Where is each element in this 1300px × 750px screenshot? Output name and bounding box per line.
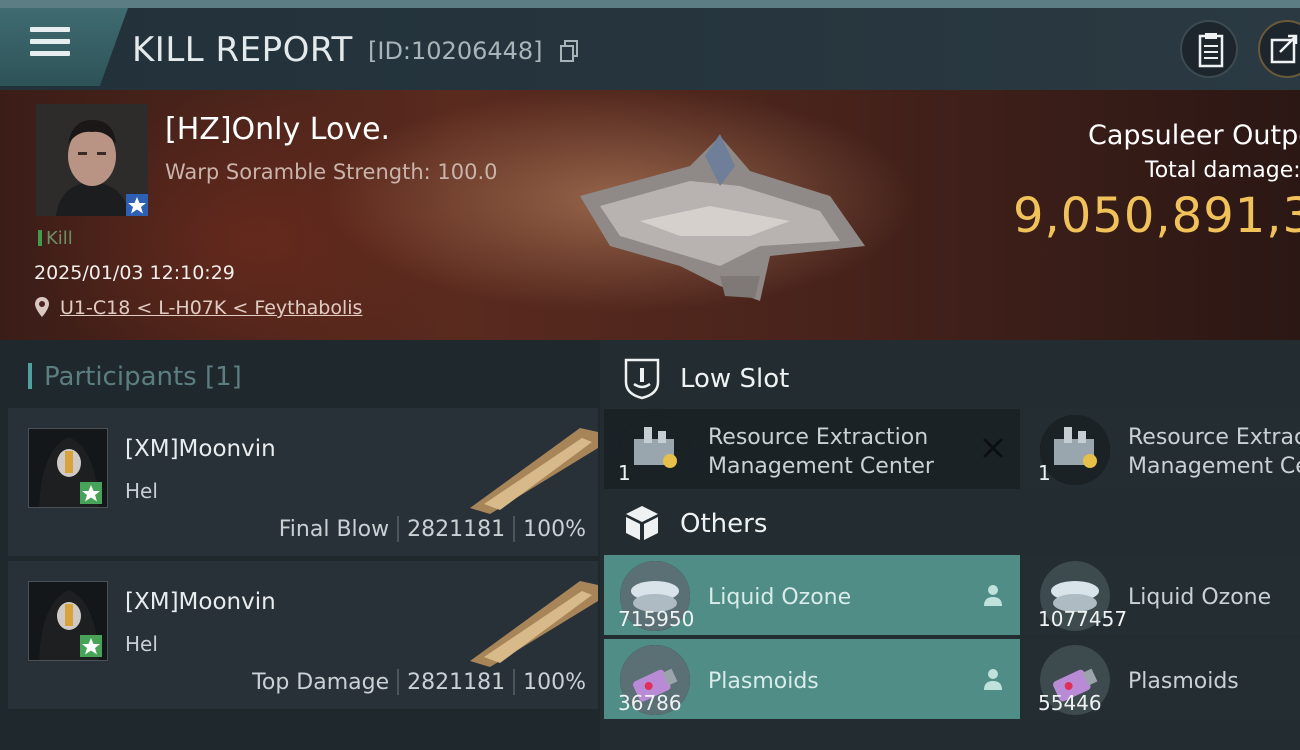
low-slot-item[interactable]: 1 Resource Extraction Management Center bbox=[604, 409, 1020, 489]
participants-header: Participants [1] bbox=[28, 362, 242, 392]
participant-row[interactable]: [XM]Moonvin Hel Top Damage 2821181 100% bbox=[8, 561, 598, 709]
item-name: Liquid Ozone bbox=[708, 585, 852, 610]
stat-divider bbox=[513, 669, 516, 695]
participant-ship-image bbox=[470, 581, 598, 667]
dropped-person-icon bbox=[984, 669, 1002, 690]
total-damage-label: Total damage: bbox=[1145, 158, 1300, 183]
participant-role: Top Damage bbox=[252, 670, 390, 695]
report-id: [ID:10206448] bbox=[368, 37, 543, 65]
others-title: Others bbox=[680, 509, 768, 539]
stat-divider bbox=[397, 516, 400, 542]
location-pin-icon bbox=[35, 297, 49, 317]
section-accent bbox=[28, 363, 32, 389]
module-quantity: 1 bbox=[1038, 461, 1051, 485]
module-name-line1: Resource Extraction bbox=[708, 425, 929, 450]
alliance-badge-icon bbox=[80, 482, 102, 504]
destroyed-x-icon bbox=[982, 437, 1004, 459]
participant-name[interactable]: [XM]Moonvin bbox=[125, 436, 276, 462]
cargo-item[interactable]: 36786 Plasmoids bbox=[604, 639, 1020, 719]
module-name-line2: Management Ce bbox=[1128, 454, 1300, 479]
alliance-badge-icon bbox=[80, 635, 102, 657]
victim-pilot-name[interactable]: [HZ]Only Love. bbox=[165, 112, 390, 147]
participant-ship: Hel bbox=[125, 632, 158, 656]
dropped-person-icon bbox=[984, 585, 1002, 606]
stat-divider bbox=[513, 516, 516, 542]
page-title: KILL REPORT bbox=[132, 30, 353, 70]
low-slot-shield-icon bbox=[624, 358, 660, 400]
structure-image bbox=[580, 134, 865, 301]
participant-stats: Top Damage 2821181 100% bbox=[252, 669, 586, 695]
participant-ship: Hel bbox=[125, 479, 158, 503]
item-name: Plasmoids bbox=[708, 669, 819, 694]
participant-name[interactable]: [XM]Moonvin bbox=[125, 589, 276, 615]
item-quantity: 1077457 bbox=[1038, 607, 1128, 631]
item-quantity: 36786 bbox=[618, 691, 682, 715]
location-link[interactable]: U1-C18 < L-H07K < Feythabolis bbox=[60, 297, 362, 319]
cargo-item[interactable]: 55446 Plasmoids bbox=[1024, 639, 1300, 719]
kill-indicator-icon bbox=[38, 230, 42, 246]
menu-icon[interactable] bbox=[30, 27, 70, 59]
share-button[interactable] bbox=[1258, 20, 1300, 78]
participant-role: Final Blow bbox=[278, 517, 390, 542]
cargo-item[interactable]: 715950 Liquid Ozone bbox=[604, 555, 1020, 635]
top-bar: KILL REPORT [ID:10206448] bbox=[0, 0, 1300, 90]
header-top-line bbox=[0, 0, 1300, 8]
low-slot-title: Low Slot bbox=[680, 364, 790, 394]
participant-percent: 100% bbox=[523, 670, 586, 695]
warp-scramble-strength: Warp Soramble Strength: 100.0 bbox=[165, 160, 498, 184]
cargo-item[interactable]: 1077457 Liquid Ozone bbox=[1024, 555, 1300, 635]
participant-damage: 2821181 bbox=[407, 517, 506, 542]
participants-title: Participants [1] bbox=[44, 362, 242, 392]
item-quantity: 55446 bbox=[1038, 691, 1102, 715]
kill-tag: Kill bbox=[38, 228, 73, 249]
kill-tag-label: Kill bbox=[46, 228, 73, 249]
participant-row[interactable]: [XM]Moonvin Hel Final Blow 2821181 100% bbox=[8, 408, 598, 556]
clipboard-icon bbox=[1198, 33, 1224, 68]
stat-divider bbox=[397, 669, 400, 695]
victim-structure-name: Capsuleer Outpo bbox=[1088, 120, 1300, 151]
others-cube-icon bbox=[626, 506, 658, 540]
share-icon bbox=[1270, 34, 1298, 64]
module-quantity: 1 bbox=[618, 461, 631, 485]
item-name: Liquid Ozone bbox=[1128, 585, 1272, 610]
item-name: Plasmoids bbox=[1128, 669, 1239, 694]
participant-percent: 100% bbox=[523, 517, 586, 542]
total-damage-value: 9,050,891,32 bbox=[1013, 188, 1300, 244]
module-name-line2: Management Center bbox=[708, 454, 934, 479]
copy-icon[interactable] bbox=[560, 40, 578, 62]
participant-stats: Final Blow 2821181 100% bbox=[279, 516, 586, 542]
kill-timestamp: 2025/01/03 12:10:29 bbox=[34, 262, 235, 284]
module-name-line1: Resource Extrac bbox=[1128, 425, 1300, 450]
corp-badge-icon bbox=[126, 194, 148, 216]
item-quantity: 715950 bbox=[618, 607, 695, 631]
participant-ship-image bbox=[470, 428, 598, 514]
clipboard-button[interactable] bbox=[1180, 20, 1238, 78]
participant-damage: 2821181 bbox=[407, 670, 506, 695]
low-slot-item[interactable]: 1 Resource Extrac Management Ce bbox=[1024, 409, 1300, 489]
